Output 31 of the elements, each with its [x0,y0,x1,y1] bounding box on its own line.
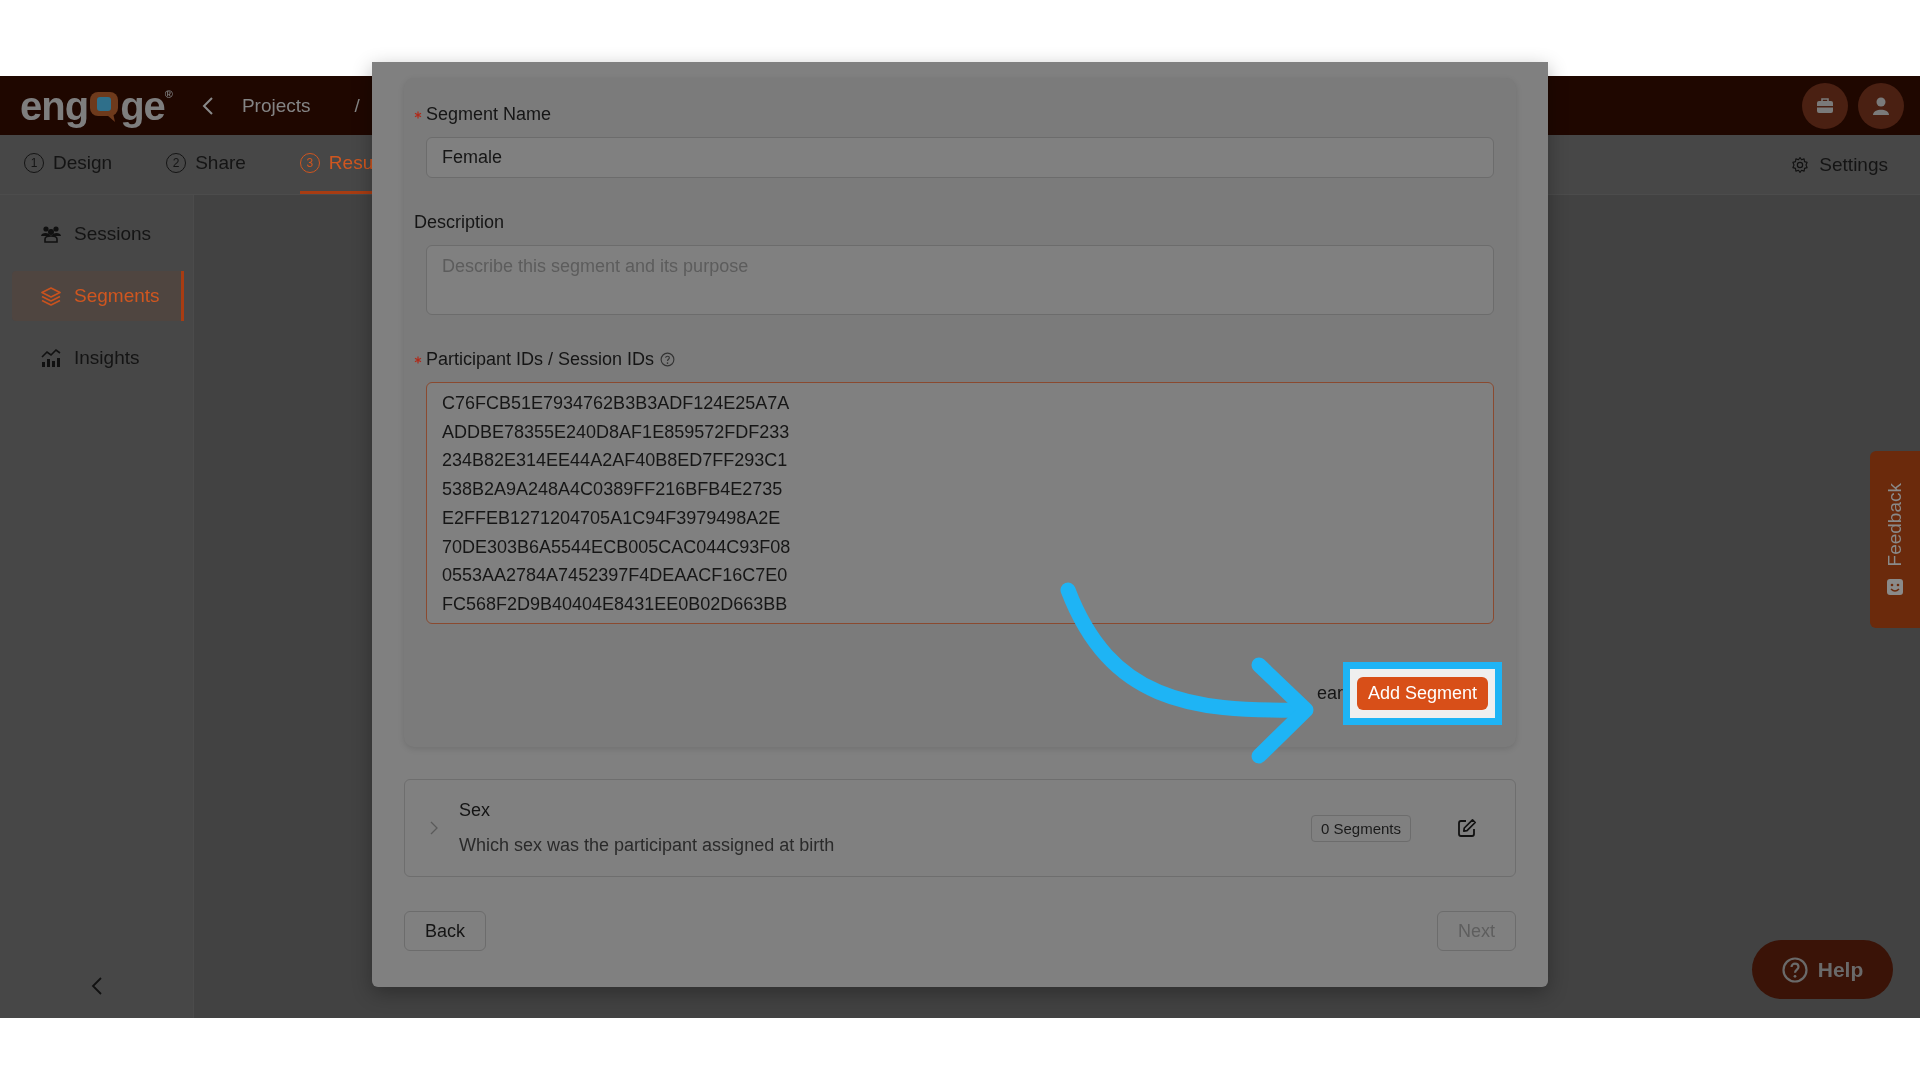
toolbox-button[interactable] [1802,82,1848,129]
back-button[interactable]: Back [404,911,487,951]
people-icon [40,224,62,244]
help-icon[interactable] [660,352,676,367]
sidebar-item[interactable]: Segments [12,271,184,321]
toolbox-icon [1816,97,1834,114]
help-button[interactable]: Help [1752,940,1893,999]
edit-icon[interactable] [1457,818,1477,838]
field-label: Description [414,212,505,233]
breadcrumb-separator: / [354,94,360,117]
user-icon [1873,96,1889,115]
id-list-field[interactable]: C76FCB51E7934762B3B3ADF124E25A7A ADDBE78355E240D8AF1E859572FDF233 234B82E314EE44A2AF40B8ED7FF293C1 538B2A9A248A4C0389FF216BFB4E2735 E2FFEB1271204705A1C94F3979498A2E 70DE303B6A5544ECB005CAC044C93F08 0553AA2784A7452397F4DEAACF16C7E0 FC568F2D9B40404E8431EE0B02D663BB [426,382,1494,624]
segment-count-badge: 0 Segments [1310,814,1411,842]
question-title: Sex [459,800,492,821]
breadcrumb-link[interactable]: Projects [241,94,311,117]
smiley-icon [1886,578,1904,597]
question-description: Which sex was the participant assigned at birth [459,835,836,856]
name-field[interactable]: Female [426,137,1494,178]
chart-icon [40,348,62,368]
settings-icon [1791,155,1810,174]
field-label: Segment Name [426,104,552,125]
back-chevron-icon[interactable] [201,95,214,116]
feedback-tab[interactable]: Feedback [1870,451,1920,628]
help-icon [1781,956,1808,983]
profile-button[interactable] [1858,82,1904,129]
field-label: Participant IDs / Session IDs [426,349,655,370]
logo: eng ge$^{®}$ [20,85,172,126]
add-segment-button[interactable]: Add Segment [1356,677,1488,710]
required-asterisk-icon [414,110,422,119]
layers-icon [40,286,62,306]
required-asterisk-icon [414,355,422,364]
